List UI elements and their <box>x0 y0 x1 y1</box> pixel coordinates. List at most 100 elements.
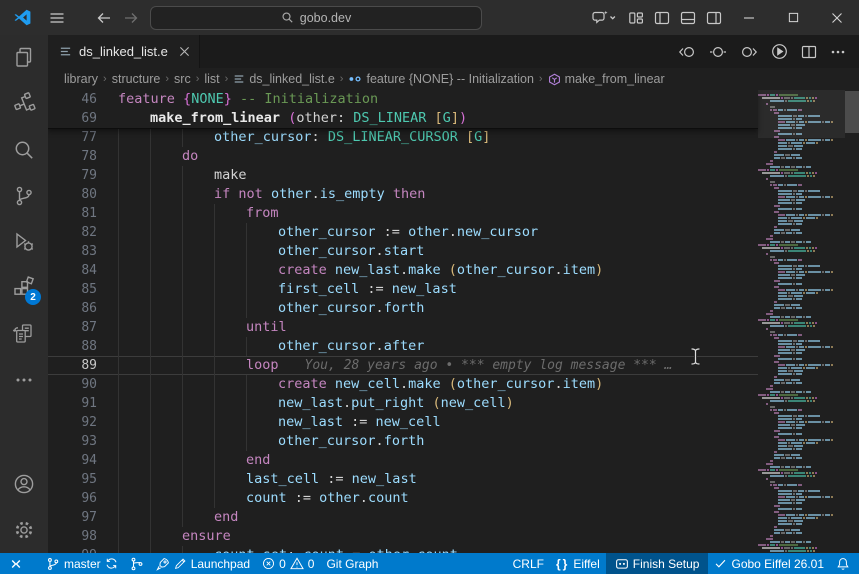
code-line[interactable]: 78 do <box>48 147 758 166</box>
code-line[interactable]: 94 end <box>48 451 758 470</box>
code-line[interactable]: 88 other_cursor.after <box>48 337 758 356</box>
problems-button[interactable]: 0 0 <box>256 553 320 574</box>
customize-layout-icon[interactable] <box>623 4 649 32</box>
status-bar: master Launchpad 0 0 Git Graph CRLF {} E… <box>0 553 859 574</box>
nav-forward-circle-icon[interactable] <box>740 44 758 60</box>
line-number: 78 <box>81 149 97 164</box>
breadcrumb-structure[interactable]: structure <box>112 72 161 86</box>
vertical-scrollbar[interactable] <box>845 90 859 553</box>
account-icon[interactable] <box>0 461 48 507</box>
breadcrumb-list[interactable]: list <box>204 72 219 86</box>
code-line[interactable]: 79 make <box>48 166 758 185</box>
code-line[interactable]: 90 create new_cell.make (other_cursor.ite… <box>48 375 758 394</box>
breadcrumb-symbol[interactable]: feature {NONE} -- Initialization <box>348 72 534 86</box>
code-lines: 77 other_cursor: DS_LINEAR_CURSOR [G] 78 do… <box>48 90 758 553</box>
nav-forward-icon[interactable] <box>123 10 139 26</box>
tab-label: ds_linked_list.e <box>79 44 168 59</box>
braces-icon: {} <box>555 556 570 571</box>
run-debug-icon[interactable] <box>0 219 48 265</box>
git-graph-button[interactable] <box>124 553 150 574</box>
code-line[interactable]: 46 feature {NONE} -- Initialization <box>48 90 758 109</box>
code-line[interactable]: 69 make_from_linear (other: DS_LINEAR [G]… <box>48 109 758 128</box>
hierarchy-icon[interactable] <box>0 81 48 127</box>
code-line[interactable]: 97 end <box>48 508 758 527</box>
code-line[interactable]: 86 other_cursor.forth <box>48 299 758 318</box>
breadcrumb-method[interactable]: make_from_linear <box>548 72 665 86</box>
language-mode[interactable]: {} Eiffel <box>550 553 606 574</box>
line-number: 92 <box>81 415 97 430</box>
breadcrumb-src[interactable]: src <box>174 72 191 86</box>
method-icon <box>548 73 561 86</box>
code-line[interactable]: 92 new_last := new_cell <box>48 413 758 432</box>
code-line[interactable]: 80 if not other.is_empty then <box>48 185 758 204</box>
search-sidebar-icon[interactable] <box>0 127 48 173</box>
line-number: 95 <box>81 472 97 487</box>
extensions-icon[interactable]: 2 <box>0 265 48 311</box>
code-line[interactable]: 85 first_cell := new_last <box>48 280 758 299</box>
code-line[interactable]: 81 from <box>48 204 758 223</box>
minimize-button[interactable] <box>727 0 771 35</box>
source-control-icon[interactable] <box>0 173 48 219</box>
code-line[interactable]: 91 new_last.put_right (new_cell) <box>48 394 758 413</box>
branch-name: master <box>64 556 101 571</box>
eol-indicator[interactable]: CRLF <box>507 553 550 574</box>
warning-count: 0 <box>307 556 315 571</box>
close-window-button[interactable] <box>815 0 859 35</box>
breadcrumb-file[interactable]: ds_linked_list.e <box>233 72 335 86</box>
pencil-icon <box>174 558 186 570</box>
scrollbar-thumb[interactable] <box>845 91 859 133</box>
split-editor-icon[interactable] <box>801 44 817 60</box>
minimap-viewport[interactable] <box>758 90 845 138</box>
copilot-icon[interactable] <box>585 4 623 32</box>
notifications-bell[interactable] <box>830 553 859 574</box>
editor-actions <box>678 35 846 68</box>
code-line[interactable]: 82 other_cursor := other.new_cursor <box>48 223 758 242</box>
nav-location-icon[interactable] <box>709 44 727 60</box>
tab-close-icon[interactable] <box>179 46 190 57</box>
more-views-icon[interactable] <box>0 357 48 403</box>
line-number: 79 <box>81 168 97 183</box>
code-line[interactable]: 87 until <box>48 318 758 337</box>
more-actions-icon[interactable] <box>830 44 846 60</box>
chevron-right-icon: › <box>538 73 543 85</box>
tab-ds-linked-list[interactable]: ds_linked_list.e <box>48 35 200 68</box>
toggle-secondary-sidebar-icon[interactable] <box>701 4 727 32</box>
file-icon <box>59 45 72 58</box>
toggle-sidebar-icon[interactable] <box>649 4 675 32</box>
code-line[interactable]: 93 other_cursor.forth <box>48 432 758 451</box>
nav-back-circle-icon[interactable] <box>678 44 696 60</box>
code-line[interactable]: 96 count := other.count <box>48 489 758 508</box>
git-branch-status[interactable]: master <box>40 553 124 574</box>
line-number: 77 <box>81 130 97 145</box>
maximize-button[interactable] <box>771 0 815 35</box>
line-number: 87 <box>81 320 97 335</box>
gobo-eiffel-status[interactable]: Gobo Eiffel 26.01 <box>708 553 830 574</box>
sticky-scroll[interactable]: 46 feature {NONE} -- Initialization 69 make… <box>48 90 758 129</box>
references-icon[interactable] <box>0 311 48 357</box>
nav-back-icon[interactable] <box>96 10 112 26</box>
code-line[interactable]: 99count_set: count = other.count <box>48 546 758 553</box>
code-line[interactable]: 83 other_cursor.start <box>48 242 758 261</box>
code-line[interactable]: 89 loop You, 28 years ago • *** empty log … <box>48 356 758 375</box>
bell-icon <box>837 557 849 570</box>
git-graph-label-button[interactable]: Git Graph <box>320 553 384 574</box>
menu-icon[interactable] <box>49 10 65 26</box>
launchpad-button[interactable]: Launchpad <box>150 553 256 574</box>
setup-icon <box>615 559 628 569</box>
code-line[interactable]: 84 create new_last.make (other_cursor.ite… <box>48 261 758 280</box>
finish-setup-button[interactable]: Finish Setup <box>605 553 709 574</box>
line-number: 46 <box>81 92 97 107</box>
breadcrumb-library[interactable]: library <box>64 72 98 86</box>
line-number: 93 <box>81 434 97 449</box>
code-line[interactable]: 95 last_cell := new_last <box>48 470 758 489</box>
code-line[interactable]: 98 ensure <box>48 527 758 546</box>
remote-indicator[interactable] <box>0 553 32 574</box>
toggle-panel-icon[interactable] <box>675 4 701 32</box>
code-line[interactable]: 77 other_cursor: DS_LINEAR_CURSOR [G] <box>48 128 758 147</box>
command-center-search[interactable]: gobo.dev <box>150 5 482 30</box>
run-circle-icon[interactable] <box>771 43 788 60</box>
settings-gear-icon[interactable] <box>0 507 48 553</box>
explorer-icon[interactable] <box>0 35 48 81</box>
code-editor[interactable]: 77 other_cursor: DS_LINEAR_CURSOR [G] 78 do… <box>48 90 859 553</box>
minimap[interactable] <box>758 90 845 553</box>
